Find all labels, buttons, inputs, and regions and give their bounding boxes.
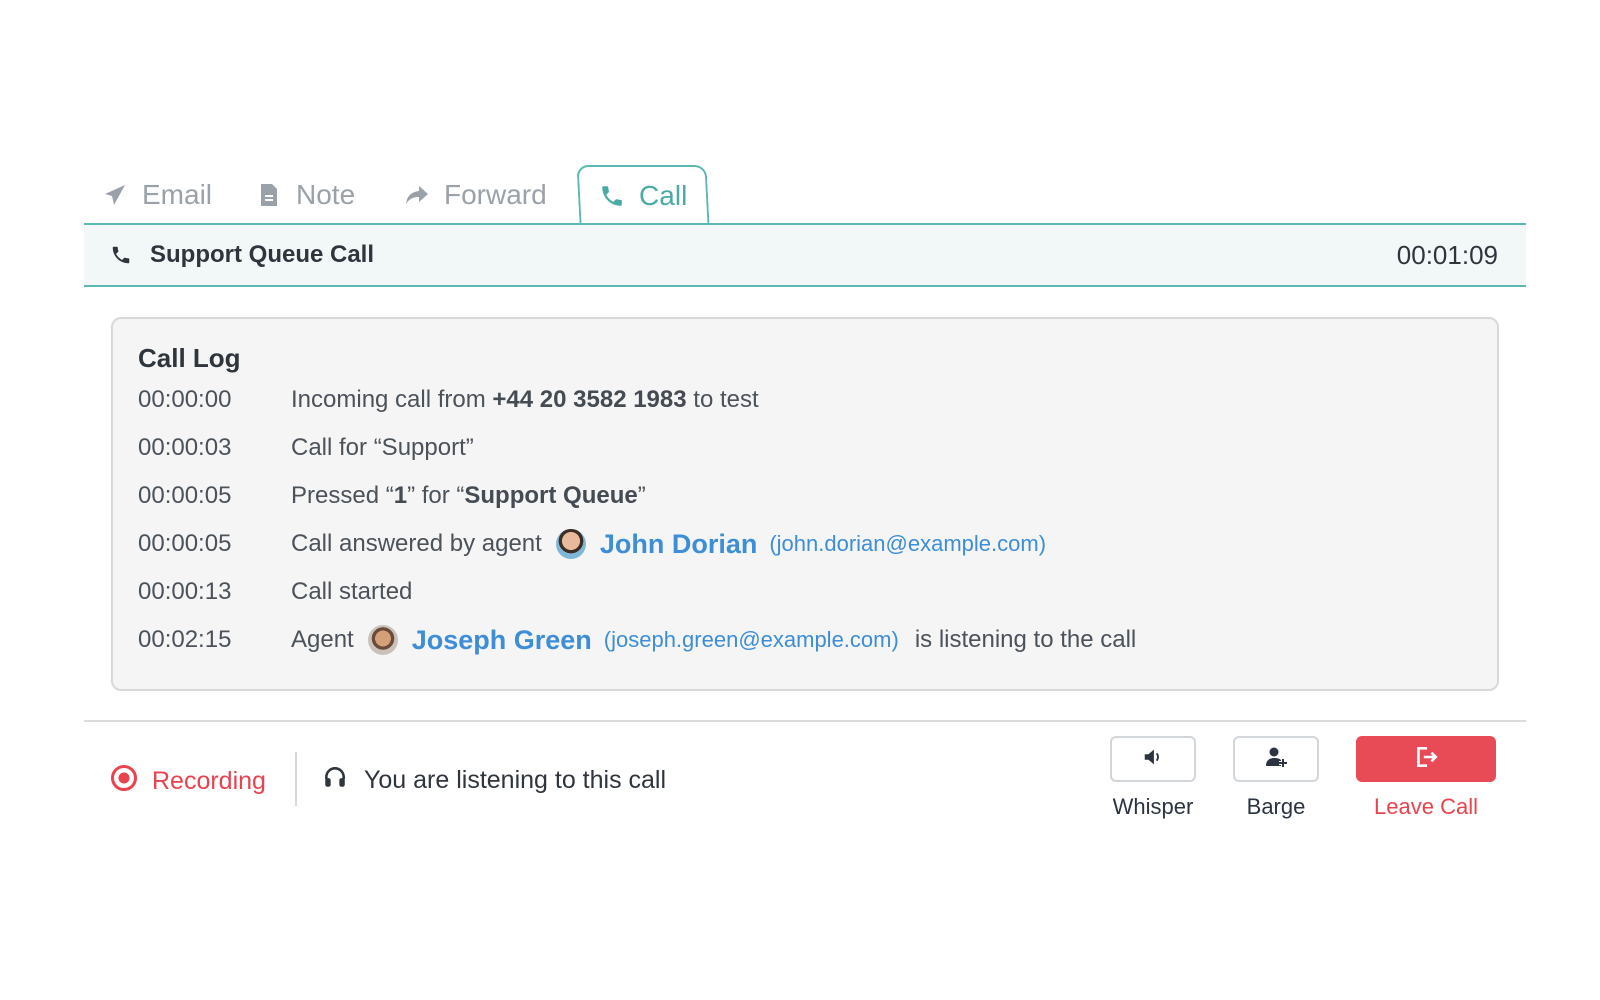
agent-name-link[interactable]: John Dorian xyxy=(600,529,758,560)
log-text: Call answered by agent xyxy=(291,530,542,557)
caller-number: +44 20 3582 1983 xyxy=(492,386,687,413)
log-text: to test xyxy=(686,386,759,413)
record-icon xyxy=(110,764,138,799)
log-text: is listening to the call xyxy=(914,626,1137,653)
recording-label: Recording xyxy=(152,767,266,795)
log-message: Call for “Support” xyxy=(291,434,474,461)
whisper-button[interactable] xyxy=(1110,736,1196,782)
avatar xyxy=(555,529,586,559)
speaker-icon xyxy=(1142,746,1164,773)
footer-divider xyxy=(84,720,1526,722)
add-user-icon xyxy=(1264,745,1288,774)
tab-forward-label: Forward xyxy=(444,179,547,210)
log-entry: 00:00:05 Call answered by agent John Dor… xyxy=(138,524,1046,564)
footer-separator xyxy=(295,752,297,806)
log-text: ” for “ xyxy=(407,482,465,509)
log-text: Incoming call from xyxy=(291,386,493,413)
phone-icon xyxy=(599,183,625,209)
tab-email[interactable]: Email xyxy=(102,165,212,225)
log-message: Incoming call from +44 20 3582 1983 to t… xyxy=(291,386,759,414)
log-entry: 00:00:05 Pressed “ 1 ” for “ Support Que… xyxy=(138,476,646,516)
agent-name-link[interactable]: Joseph Green xyxy=(412,625,592,656)
log-entry: 00:00:03 Call for “Support” xyxy=(138,428,474,468)
leave-call-action: Leave Call xyxy=(1356,736,1496,820)
log-time: 00:00:13 xyxy=(138,578,232,605)
tab-note[interactable]: Note xyxy=(256,165,355,225)
log-entry: 00:02:15 Agent Joseph Green (joseph.gree… xyxy=(138,620,1136,660)
agent-email-link[interactable]: (joseph.green@example.com) xyxy=(604,627,899,653)
log-message: Call answered by agent John Dorian (john… xyxy=(291,529,1046,560)
log-time: 00:00:05 xyxy=(138,482,232,509)
recording-indicator: Recording xyxy=(110,764,266,799)
log-entry: 00:00:00 Incoming call from +44 20 3582 … xyxy=(138,380,759,420)
call-timer: 00:01:09 xyxy=(1396,239,1498,270)
agent-email-link[interactable]: (john.dorian@example.com) xyxy=(769,531,1046,557)
exit-icon xyxy=(1413,744,1439,775)
forward-arrow-icon xyxy=(404,182,430,208)
log-text: ” xyxy=(637,482,646,509)
call-header: Support Queue Call 00:01:09 xyxy=(84,223,1526,287)
tab-email-label: Email xyxy=(142,179,213,210)
call-log-panel: Call Log 00:00:00 Incoming call from +44… xyxy=(111,317,1499,691)
log-time: 00:02:15 xyxy=(138,626,232,653)
queue-name: Support Queue xyxy=(464,482,638,509)
whisper-label: Whisper xyxy=(1112,794,1194,819)
listening-text: You are listening to this call xyxy=(364,766,667,794)
tab-note-label: Note xyxy=(296,179,356,210)
listening-status: You are listening to this call xyxy=(322,764,666,797)
barge-action: Barge xyxy=(1233,736,1319,820)
barge-button[interactable] xyxy=(1233,736,1319,782)
document-icon xyxy=(256,182,282,208)
log-message: Call started xyxy=(291,578,413,605)
log-text: Agent xyxy=(291,626,354,653)
log-text: Pressed “ xyxy=(291,482,394,509)
barge-label: Barge xyxy=(1246,794,1306,819)
composer-tabs: Email Note Forward Call xyxy=(84,165,1526,225)
call-log-title: Call Log xyxy=(138,343,241,373)
leave-call-button[interactable] xyxy=(1356,736,1496,782)
tab-call-label: Call xyxy=(638,180,688,211)
log-entry: 00:00:13 Call started xyxy=(138,572,412,612)
pressed-key: 1 xyxy=(393,482,408,509)
log-message: Pressed “ 1 ” for “ Support Queue ” xyxy=(291,482,646,510)
call-title: Support Queue Call xyxy=(150,241,375,268)
tab-forward[interactable]: Forward xyxy=(404,165,547,225)
leave-call-label: Leave Call xyxy=(1374,794,1478,819)
log-time: 00:00:05 xyxy=(138,530,232,557)
headphones-icon xyxy=(322,764,348,797)
whisper-action: Whisper xyxy=(1110,736,1196,820)
paper-plane-icon xyxy=(102,182,128,208)
avatar xyxy=(367,625,398,655)
log-time: 00:00:03 xyxy=(138,434,232,461)
log-message: Agent Joseph Green (joseph.green@example… xyxy=(291,625,1136,656)
phone-icon xyxy=(110,243,134,267)
tab-call[interactable]: Call xyxy=(576,165,710,225)
log-time: 00:00:00 xyxy=(138,386,232,413)
